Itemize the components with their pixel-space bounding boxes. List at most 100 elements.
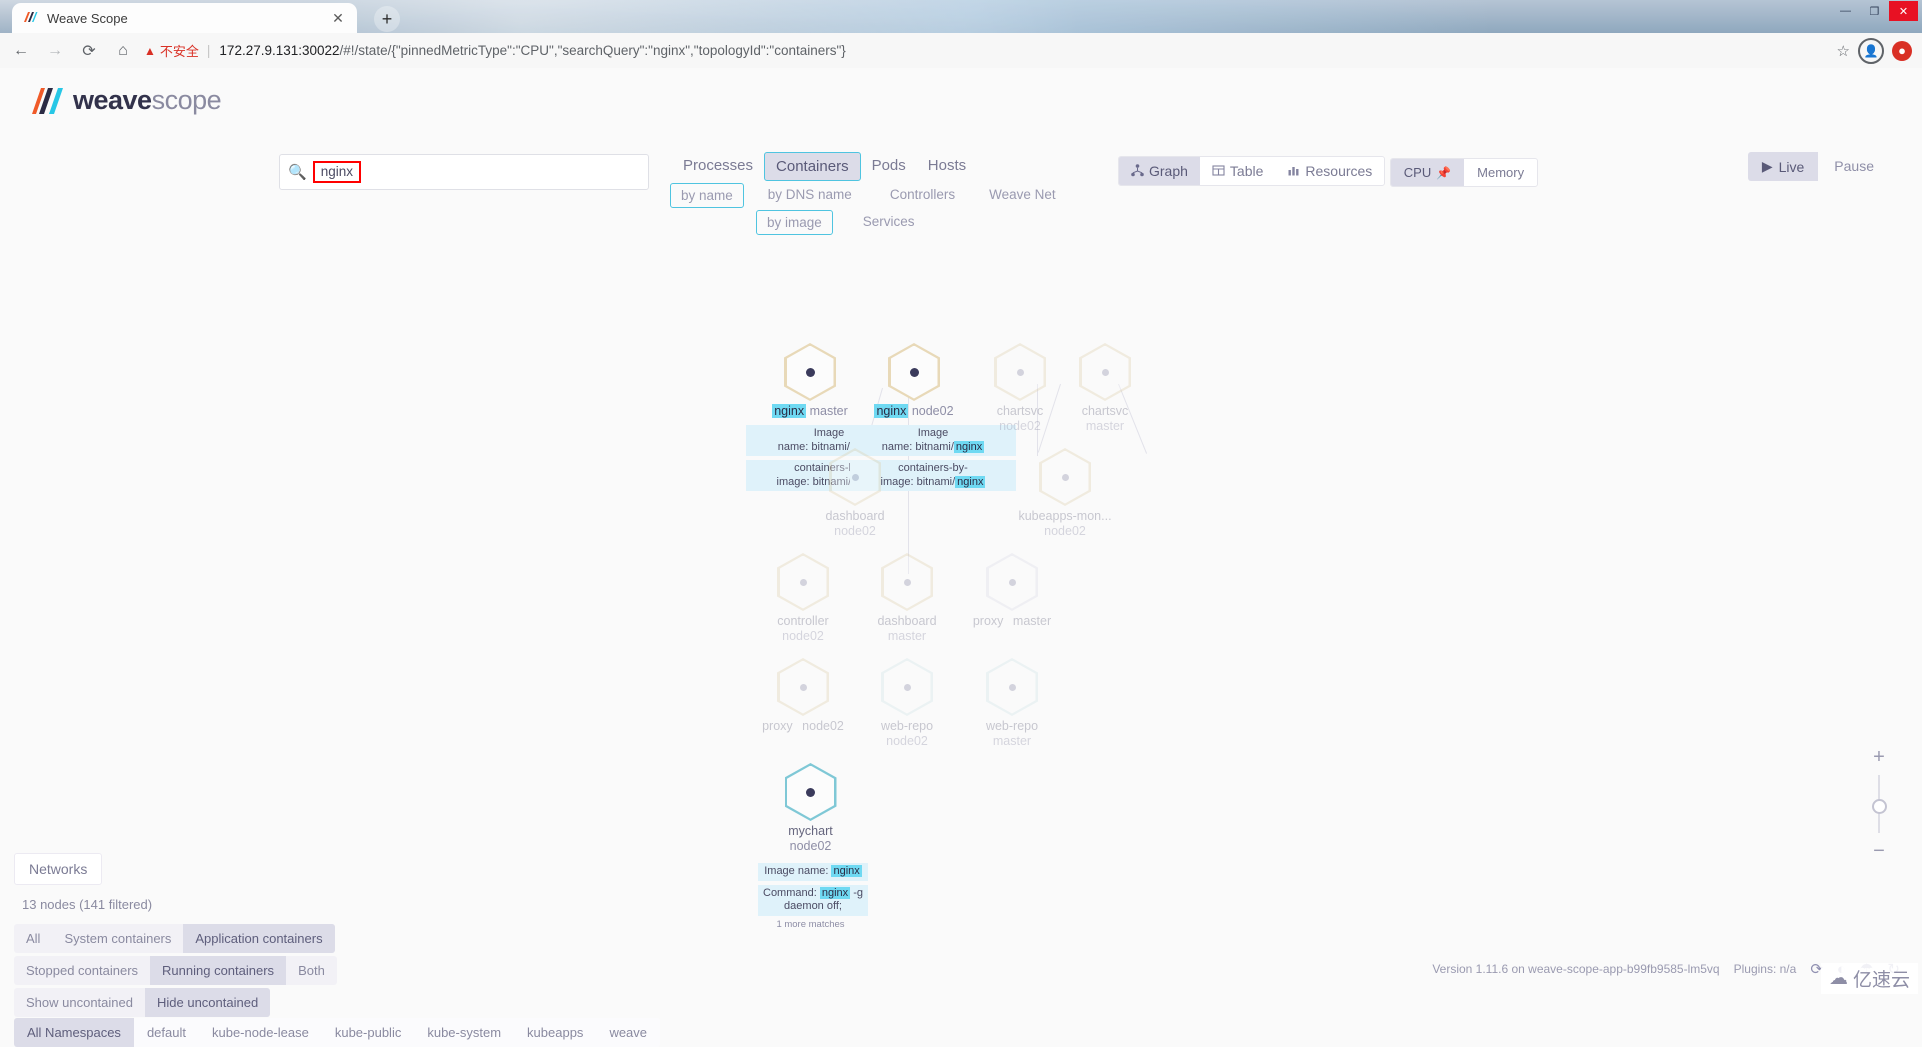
graph-node[interactable]: controller node02 <box>758 553 848 644</box>
zoom-slider-track[interactable] <box>1871 775 1887 833</box>
search-box[interactable]: 🔍 nginx <box>279 154 649 190</box>
node-hexagon[interactable] <box>994 343 1046 401</box>
node-hexagon[interactable] <box>1079 343 1131 401</box>
graph-node[interactable]: web-repo node02 <box>862 658 952 749</box>
topology-pods[interactable]: Pods <box>861 152 917 179</box>
pause-button[interactable]: Pause <box>1818 152 1890 181</box>
weave-scope-app: weavescope 🔍 nginx Processes Containers … <box>0 68 1922 1047</box>
node-name: mychart <box>788 824 833 838</box>
view-mode-resources[interactable]: Resources <box>1275 157 1384 185</box>
browser-tab[interactable]: Weave Scope ✕ <box>12 3 357 33</box>
plugins-label: Plugins: n/a <box>1733 962 1797 976</box>
metric-memory[interactable]: Memory <box>1464 159 1537 186</box>
node-hexagon[interactable] <box>986 658 1038 716</box>
view-mode-table[interactable]: Table <box>1200 157 1275 185</box>
filter-show-uncontained[interactable]: Show uncontained <box>14 988 145 1017</box>
node-hexagon[interactable] <box>881 553 933 611</box>
zoom-out-button[interactable]: − <box>1864 841 1894 861</box>
namespace-weave[interactable]: weave <box>596 1018 660 1047</box>
filter-hide-uncontained[interactable]: Hide uncontained <box>144 988 271 1017</box>
filter-stopped-containers[interactable]: Stopped containers <box>14 956 150 985</box>
pin-icon[interactable]: 📌 <box>1436 166 1451 180</box>
node-name: chartsvc <box>996 404 1044 418</box>
namespace-default[interactable]: default <box>134 1018 199 1047</box>
node-meta-highlight: nginx <box>953 440 985 453</box>
node-hexagon[interactable] <box>777 553 829 611</box>
topology-graph-canvas[interactable]: nginx master Imagename: bitnami/nginx co… <box>0 188 1922 988</box>
namespace-kube-public[interactable]: kube-public <box>322 1018 415 1047</box>
zoom-slider-knob[interactable] <box>1871 799 1887 814</box>
filter-all[interactable]: All <box>14 924 52 953</box>
forward-icon[interactable]: → <box>42 38 68 64</box>
window-maximize-button[interactable]: ❐ <box>1860 1 1889 21</box>
node-sub: master <box>1085 419 1125 433</box>
filter-group-uncontained: Show uncontained Hide uncontained <box>14 988 271 1017</box>
tab-close-icon[interactable]: ✕ <box>329 9 347 27</box>
node-sub: node02 <box>782 629 824 643</box>
node-name: nginx <box>772 404 807 418</box>
node-hexagon[interactable] <box>1039 448 1091 506</box>
graph-node[interactable]: proxy master <box>967 553 1057 629</box>
node-label: proxy master <box>967 614 1057 629</box>
view-mode-graph[interactable]: Graph <box>1119 156 1200 185</box>
new-tab-button[interactable]: + <box>374 6 400 32</box>
node-sub: master <box>809 404 848 418</box>
window-close-button[interactable]: ✕ <box>1889 1 1918 21</box>
zoom-control: + − <box>1864 747 1894 861</box>
filter-running-containers[interactable]: Running containers <box>150 956 287 985</box>
back-icon[interactable]: ← <box>8 38 34 64</box>
node-hexagon[interactable] <box>784 763 837 821</box>
metric-cpu[interactable]: CPU 📌 <box>1390 159 1465 186</box>
graph-node[interactable]: dashboard master <box>862 553 952 644</box>
graph-node[interactable]: dashboard node02 <box>810 448 900 539</box>
filter-application-containers[interactable]: Application containers <box>183 924 335 953</box>
address-bar[interactable]: ▲ 不安全 | 172.27.9.131:30022/#!/state/{"pi… <box>144 38 1827 64</box>
graph-icon <box>1131 164 1144 177</box>
profile-avatar-icon[interactable]: 👤 <box>1858 37 1884 64</box>
reload-icon[interactable]: ⟳ <box>76 38 102 64</box>
topology-containers[interactable]: Containers <box>764 152 861 181</box>
view-mode-controls: Graph Table Resources CPU 📌 Memory <box>1118 152 1539 187</box>
graph-node[interactable]: chartsvc node02 <box>975 343 1065 434</box>
namespace-all[interactable]: All Namespaces <box>14 1018 134 1047</box>
node-hexagon[interactable] <box>777 658 829 716</box>
namespace-kubeapps[interactable]: kubeapps <box>514 1018 596 1047</box>
metric-cpu-label: CPU <box>1403 165 1432 180</box>
resources-icon <box>1288 167 1299 176</box>
view-mode-group: Graph Table Resources <box>1118 155 1386 186</box>
node-name: web-repo <box>985 719 1039 733</box>
window-minimize-button[interactable]: — <box>1831 1 1860 21</box>
node-hexagon[interactable] <box>881 658 933 716</box>
search-input[interactable]: nginx <box>312 161 361 183</box>
networks-button[interactable]: Networks <box>14 853 103 885</box>
filter-both[interactable]: Both <box>286 956 337 985</box>
node-more-matches[interactable]: 1 more matches <box>758 919 863 930</box>
graph-node[interactable]: web-repo master <box>967 658 1057 749</box>
node-name: controller <box>777 614 829 628</box>
topology-processes[interactable]: Processes <box>672 152 764 179</box>
namespace-kube-system[interactable]: kube-system <box>414 1018 514 1047</box>
node-hexagon[interactable] <box>888 343 940 401</box>
graph-node[interactable]: proxy node02 <box>758 658 848 734</box>
bookmark-star-icon[interactable]: ☆ <box>1837 42 1850 60</box>
live-button[interactable]: ▶ Live <box>1747 152 1819 181</box>
node-meta-highlight: nginx <box>819 886 851 899</box>
home-icon[interactable]: ⌂ <box>110 38 136 64</box>
node-hexagon[interactable] <box>829 448 881 506</box>
view-mode-table-label: Table <box>1229 162 1264 179</box>
graph-node[interactable]: kubeapps-mon... node02 <box>1010 448 1120 539</box>
graph-node[interactable]: chartsvc master <box>1060 343 1150 434</box>
node-hexagon[interactable] <box>986 553 1038 611</box>
node-name: dashboard <box>877 614 937 628</box>
topology-hosts[interactable]: Hosts <box>917 152 977 179</box>
warning-triangle-icon: ▲ <box>144 43 156 58</box>
node-label: proxy node02 <box>758 719 848 734</box>
zoom-in-button[interactable]: + <box>1864 747 1894 767</box>
live-label: Live <box>1778 158 1805 175</box>
graph-node[interactable]: mychart node02 Image name: nginx Command… <box>758 763 868 930</box>
extension-red-icon[interactable]: ● <box>1892 40 1912 61</box>
filter-system-containers[interactable]: System containers <box>52 924 183 953</box>
play-icon: ▶ <box>1761 158 1773 174</box>
node-hexagon[interactable] <box>784 343 836 401</box>
namespace-kube-node-lease[interactable]: kube-node-lease <box>199 1018 322 1047</box>
